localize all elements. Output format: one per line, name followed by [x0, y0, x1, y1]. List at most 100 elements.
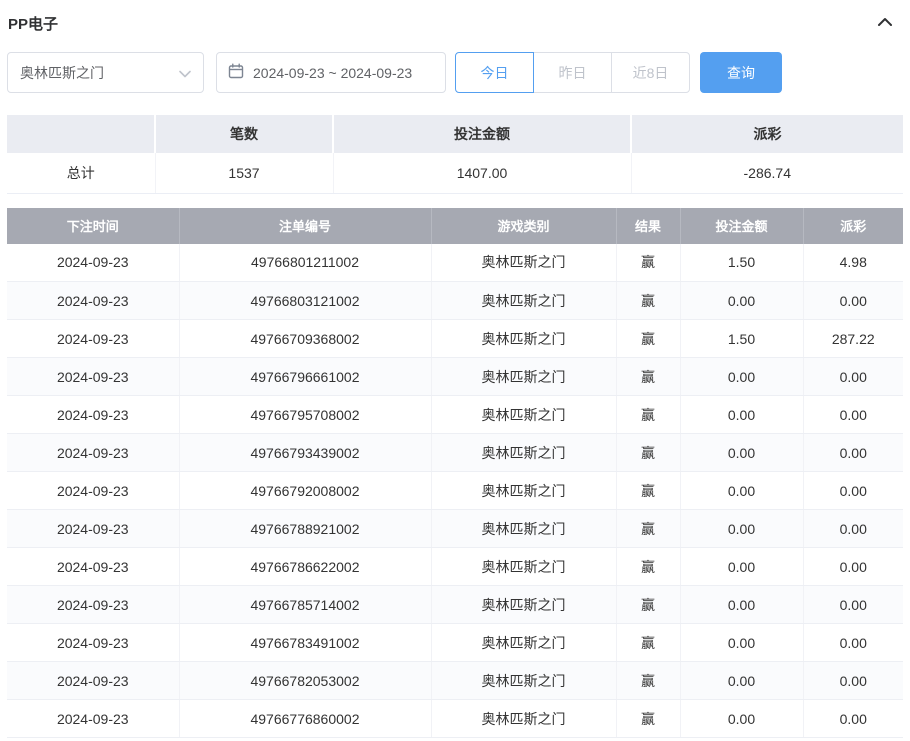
cell-payout: 0.00 [803, 472, 903, 510]
cell-bet-amount: 0.00 [680, 282, 803, 320]
cell-payout: 0.00 [803, 434, 903, 472]
cell-order-id: 49766793439002 [179, 434, 431, 472]
cell-bet-time: 2024-09-23 [7, 244, 179, 282]
cell-bet-amount: 1.50 [680, 320, 803, 358]
table-row: 2024-09-2349766788921002奥林匹斯之门赢0.000.00 [7, 510, 903, 548]
bets-table: 下注时间 注单编号 游戏类别 结果 投注金额 派彩 2024-09-234976… [7, 208, 903, 739]
cell-payout: 0.00 [803, 358, 903, 396]
table-row: 2024-09-2349766795708002奥林匹斯之门赢0.000.00 [7, 396, 903, 434]
game-select[interactable]: 奥林匹斯之门 [7, 52, 204, 93]
table-row: 2024-09-2349766801211002奥林匹斯之门赢1.504.98 [7, 244, 903, 282]
cell-bet-amount: 0.00 [680, 586, 803, 624]
cell-bet-time: 2024-09-23 [7, 586, 179, 624]
cell-payout: 0.00 [803, 396, 903, 434]
quick-button-yesterday[interactable]: 昨日 [533, 52, 612, 93]
cell-result: 赢 [616, 282, 680, 320]
summary-total-count: 1537 [155, 153, 333, 193]
table-row: 2024-09-2349766792008002奥林匹斯之门赢0.000.00 [7, 472, 903, 510]
cell-game-type: 奥林匹斯之门 [431, 358, 616, 396]
header-bet-time: 下注时间 [7, 208, 179, 244]
cell-result: 赢 [616, 244, 680, 282]
cell-result: 赢 [616, 434, 680, 472]
table-row: 2024-09-2349766709368002奥林匹斯之门赢1.50287.2… [7, 320, 903, 358]
summary-header-bet-amount: 投注金额 [333, 115, 631, 153]
table-row: 2024-09-2349766783491002奥林匹斯之门赢0.000.00 [7, 624, 903, 662]
cell-bet-amount: 0.00 [680, 700, 803, 738]
cell-game-type: 奥林匹斯之门 [431, 510, 616, 548]
cell-bet-time: 2024-09-23 [7, 624, 179, 662]
cell-bet-time: 2024-09-23 [7, 510, 179, 548]
cell-result: 赢 [616, 548, 680, 586]
cell-order-id: 49766788921002 [179, 510, 431, 548]
summary-header-row: 笔数 投注金额 派彩 [7, 115, 903, 153]
table-row: 2024-09-2349766776860002奥林匹斯之门赢0.000.00 [7, 700, 903, 738]
quick-button-last8days[interactable]: 近8日 [611, 52, 690, 93]
cell-bet-time: 2024-09-23 [7, 358, 179, 396]
summary-header-count: 笔数 [155, 115, 333, 153]
cell-result: 赢 [616, 320, 680, 358]
header-payout: 派彩 [803, 208, 903, 244]
cell-bet-time: 2024-09-23 [7, 472, 179, 510]
cell-bet-time: 2024-09-23 [7, 434, 179, 472]
cell-order-id: 49766796661002 [179, 358, 431, 396]
table-body: 2024-09-2349766801211002奥林匹斯之门赢1.504.982… [7, 244, 903, 738]
cell-game-type: 奥林匹斯之门 [431, 320, 616, 358]
cell-payout: 287.22 [803, 320, 903, 358]
cell-payout: 0.00 [803, 586, 903, 624]
cell-result: 赢 [616, 472, 680, 510]
panel-header: PP电子 [7, 8, 903, 38]
cell-bet-amount: 0.00 [680, 396, 803, 434]
quick-button-today[interactable]: 今日 [455, 52, 534, 93]
cell-payout: 0.00 [803, 548, 903, 586]
cell-game-type: 奥林匹斯之门 [431, 244, 616, 282]
cell-order-id: 49766709368002 [179, 320, 431, 358]
summary-header-payout: 派彩 [631, 115, 903, 153]
cell-game-type: 奥林匹斯之门 [431, 472, 616, 510]
table-row: 2024-09-2349766786622002奥林匹斯之门赢0.000.00 [7, 548, 903, 586]
cell-order-id: 49766803121002 [179, 282, 431, 320]
cell-result: 赢 [616, 662, 680, 700]
header-order-id: 注单编号 [179, 208, 431, 244]
cell-game-type: 奥林匹斯之门 [431, 662, 616, 700]
cell-payout: 0.00 [803, 282, 903, 320]
header-game-type: 游戏类别 [431, 208, 616, 244]
table-row: 2024-09-2349766785714002奥林匹斯之门赢0.000.00 [7, 586, 903, 624]
cell-payout: 0.00 [803, 624, 903, 662]
cell-payout: 0.00 [803, 700, 903, 738]
summary-header-empty [7, 115, 155, 153]
cell-result: 赢 [616, 700, 680, 738]
cell-result: 赢 [616, 586, 680, 624]
cell-bet-time: 2024-09-23 [7, 662, 179, 700]
cell-bet-amount: 1.50 [680, 244, 803, 282]
cell-result: 赢 [616, 396, 680, 434]
cell-order-id: 49766792008002 [179, 472, 431, 510]
chevron-up-icon [877, 16, 893, 31]
summary-total-payout: -286.74 [631, 153, 903, 193]
cell-bet-amount: 0.00 [680, 548, 803, 586]
cell-game-type: 奥林匹斯之门 [431, 396, 616, 434]
cell-bet-time: 2024-09-23 [7, 548, 179, 586]
table-row: 2024-09-2349766782053002奥林匹斯之门赢0.000.00 [7, 662, 903, 700]
search-button[interactable]: 查询 [700, 52, 782, 93]
game-select-value: 奥林匹斯之门 [20, 63, 104, 83]
summary-total-bet-amount: 1407.00 [333, 153, 631, 193]
table-row: 2024-09-2349766803121002奥林匹斯之门赢0.000.00 [7, 282, 903, 320]
cell-bet-time: 2024-09-23 [7, 396, 179, 434]
cell-bet-amount: 0.00 [680, 358, 803, 396]
date-range-input[interactable]: 2024-09-23 ~ 2024-09-23 [216, 52, 446, 93]
cell-order-id: 49766783491002 [179, 624, 431, 662]
chevron-down-icon [179, 65, 191, 81]
pp-games-panel: PP电子 奥林匹斯之门 2024-09-23 ~ 2024-09-23 今日 昨… [0, 0, 910, 738]
summary-total-label: 总计 [7, 153, 155, 193]
cell-bet-time: 2024-09-23 [7, 700, 179, 738]
panel-title: PP电子 [8, 13, 58, 34]
cell-order-id: 49766795708002 [179, 396, 431, 434]
cell-payout: 0.00 [803, 662, 903, 700]
cell-game-type: 奥林匹斯之门 [431, 434, 616, 472]
cell-bet-amount: 0.00 [680, 662, 803, 700]
cell-game-type: 奥林匹斯之门 [431, 548, 616, 586]
cell-order-id: 49766801211002 [179, 244, 431, 282]
cell-payout: 4.98 [803, 244, 903, 282]
collapse-button[interactable] [877, 16, 893, 31]
cell-game-type: 奥林匹斯之门 [431, 586, 616, 624]
